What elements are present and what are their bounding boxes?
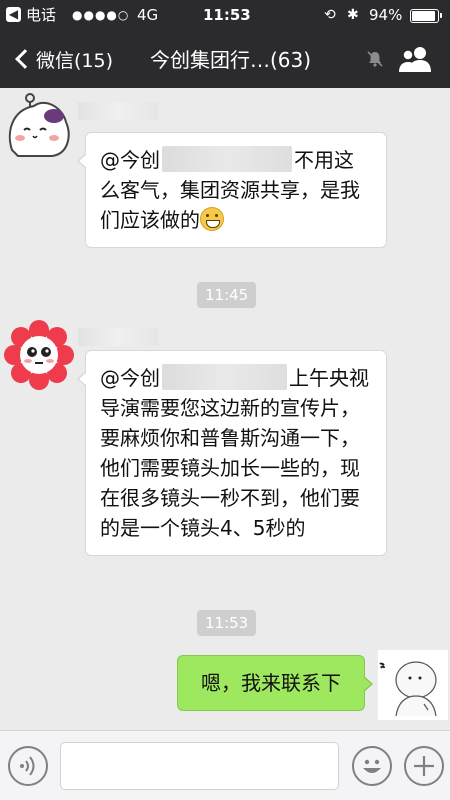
add-more-button[interactable] xyxy=(404,746,444,786)
mention-redacted xyxy=(162,364,287,390)
back-arrow-icon[interactable]: ◀ xyxy=(6,7,21,22)
back-to-app-label[interactable]: 电话 xyxy=(26,5,56,25)
voice-icon xyxy=(20,756,35,776)
sketch-avatar[interactable] xyxy=(378,650,448,720)
network-type: 4G xyxy=(137,6,159,24)
battery-fill xyxy=(412,11,435,21)
top-bar: ◀ 电话 ●●●●○ 4G 11:53 ⟲ ✱ 94% 微信(15) 今创集团行… xyxy=(0,0,450,88)
message-text-start: @今创 xyxy=(100,148,160,172)
message-bubble-incoming[interactable]: @今创 不用这么客气，集团资源共享，是我们应该做的 xyxy=(77,132,387,248)
message-text: 上午央视导演需要您这边新的宣传片，要麻烦你和普鲁斯沟通一下，他们需要镜头加长一些… xyxy=(100,366,369,540)
grin-emoji-icon xyxy=(200,207,224,231)
message-bubble-outgoing[interactable]: 嗯，我来联系下 xyxy=(177,655,373,711)
message-text: 嗯，我来联系下 xyxy=(201,671,341,695)
status-time: 11:53 xyxy=(203,6,251,24)
flower-avatar[interactable] xyxy=(4,320,74,390)
message-input[interactable] xyxy=(60,742,339,790)
emoji-button[interactable] xyxy=(352,746,392,786)
chevron-left-icon xyxy=(15,49,35,69)
sender-name-redacted xyxy=(78,102,158,120)
sender-name-redacted xyxy=(78,328,158,346)
plus-icon xyxy=(414,756,434,776)
input-bar xyxy=(0,730,450,800)
timestamp: 11:53 xyxy=(197,610,257,636)
battery-icon xyxy=(410,9,442,23)
back-button-label: 微信(15) xyxy=(36,49,114,72)
cat-avatar[interactable] xyxy=(4,92,74,162)
mention-redacted xyxy=(162,146,292,172)
smiley-icon xyxy=(363,759,381,773)
chat-title: 今创集团行…(63) xyxy=(150,48,312,72)
bluetooth-icon: ✱ xyxy=(347,7,359,23)
message-text-start: @今创 xyxy=(100,366,160,390)
nav-bar: 微信(15) 今创集团行…(63) xyxy=(0,30,450,88)
rotation-lock-icon: ⟲ xyxy=(324,7,336,23)
group-members-icon[interactable] xyxy=(398,45,432,73)
voice-button[interactable] xyxy=(8,746,48,786)
mute-bell-icon xyxy=(367,51,383,67)
message-bubble-incoming[interactable]: @今创 上午央视导演需要您这边新的宣传片，要麻烦你和普鲁斯沟通一下，他们需要镜头加… xyxy=(77,350,387,556)
status-bar: ◀ 电话 ●●●●○ 4G 11:53 ⟲ ✱ 94% xyxy=(0,0,450,30)
battery-percent: 94% xyxy=(369,6,403,24)
signal-strength-icon: ●●●●○ xyxy=(72,8,130,22)
timestamp: 11:45 xyxy=(197,282,257,308)
chat-area[interactable]: @今创 不用这么客气，集团资源共享，是我们应该做的 11:45 @今创 上午央视导演… xyxy=(0,88,450,730)
back-button[interactable]: 微信(15) xyxy=(10,42,113,76)
